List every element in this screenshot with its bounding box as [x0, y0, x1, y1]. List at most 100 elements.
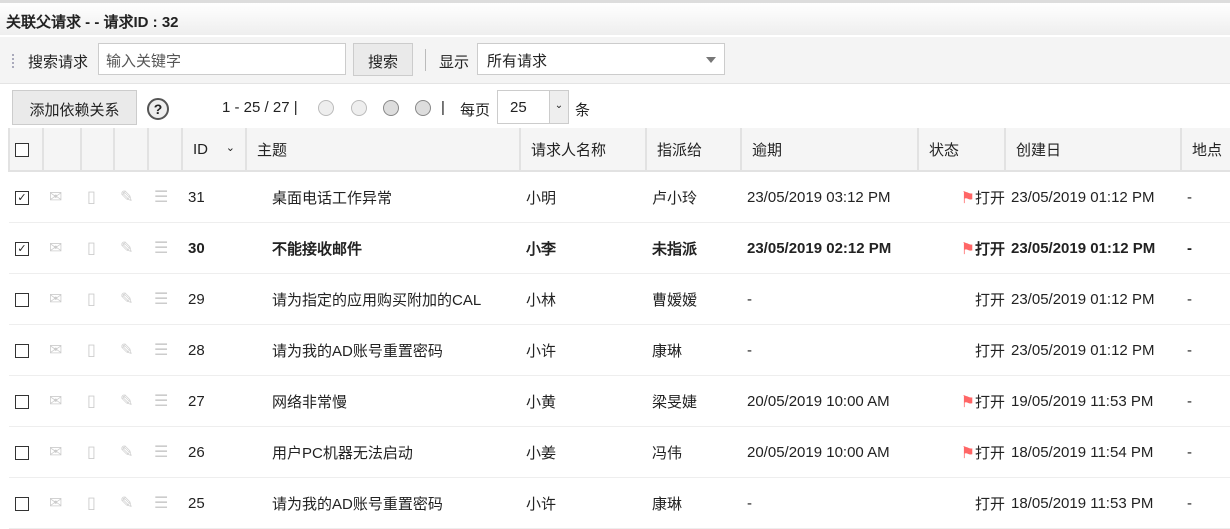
row-checkbox[interactable]	[9, 324, 43, 376]
row-subject[interactable]: 网络非常慢	[246, 375, 520, 427]
row-assignee: 卢小玲	[646, 171, 741, 223]
row-checkbox[interactable]	[9, 375, 43, 427]
add-note-icon[interactable]: ▯	[81, 375, 114, 427]
row-checkbox[interactable]: ✓	[9, 222, 43, 274]
edit-icon[interactable]: ✎	[114, 324, 148, 376]
show-filter-select[interactable]: 所有请求	[477, 43, 725, 75]
row-id: 28	[182, 324, 246, 376]
edit-icon[interactable]: ✎	[114, 375, 148, 427]
add-note-icon[interactable]: ▯	[81, 426, 114, 478]
row-requester: 小许	[520, 477, 646, 529]
col-due[interactable]: 逾期	[740, 128, 919, 172]
table-row[interactable]: ✉ ▯ ✎ ☰ 29 请为指定的应用购买附加的CAL 小林 曹嫒嫒 - 打开 2…	[9, 273, 1230, 325]
row-subject[interactable]: 不能接收邮件	[246, 222, 520, 274]
page-range: 1 - 25 / 27 |	[222, 99, 298, 116]
grip-handle-icon[interactable]	[12, 54, 18, 68]
row-site: -	[1181, 171, 1230, 223]
receipt-icon[interactable]: ☰	[148, 426, 182, 478]
chevron-down-icon: ⌄	[549, 91, 568, 123]
row-checkbox[interactable]	[9, 426, 43, 478]
table-row[interactable]: ✉ ▯ ✎ ☰ 26 用户PC机器无法启动 小姜 冯伟 20/05/2019 1…	[9, 426, 1230, 478]
add-note-icon[interactable]: ▯	[81, 273, 114, 325]
select-all-checkbox[interactable]	[8, 128, 44, 172]
col-requester[interactable]: 请求人名称	[519, 128, 647, 172]
row-checkbox[interactable]: ✓	[9, 171, 43, 223]
add-dependency-button[interactable]: 添加依赖关系	[12, 90, 137, 125]
search-toolbar: 搜索请求 输入关键字 搜索 显示 所有请求	[0, 37, 1230, 84]
col-assignee[interactable]: 指派给	[645, 128, 742, 172]
table-row[interactable]: ✉ ▯ ✎ ☰ 27 网络非常慢 小黄 梁旻婕 20/05/2019 10:00…	[9, 375, 1230, 427]
row-subject[interactable]: 用户PC机器无法启动	[246, 426, 520, 478]
receipt-icon[interactable]: ☰	[148, 171, 182, 223]
mail-icon[interactable]: ✉	[43, 426, 81, 478]
show-label: 显示	[439, 54, 470, 71]
search-button[interactable]: 搜索	[353, 43, 413, 76]
receipt-icon[interactable]: ☰	[148, 222, 182, 274]
col-subject[interactable]: 主题	[245, 128, 521, 172]
edit-icon[interactable]: ✎	[114, 222, 148, 274]
add-note-icon[interactable]: ▯	[81, 222, 114, 274]
table-row[interactable]: ✉ ▯ ✎ ☰ 28 请为我的AD账号重置密码 小许 康琳 - 打开 23/05…	[9, 324, 1230, 376]
next-page-icon[interactable]	[383, 100, 399, 116]
prev-page-icon[interactable]	[351, 100, 367, 116]
per-page-value: 25	[510, 99, 527, 116]
row-subject[interactable]: 桌面电话工作异常	[246, 171, 520, 223]
help-icon[interactable]: ?	[147, 98, 169, 120]
row-subject[interactable]: 请为指定的应用购买附加的CAL	[246, 273, 520, 325]
row-checkbox[interactable]	[9, 477, 43, 529]
row-site: -	[1181, 222, 1230, 274]
row-due: 20/05/2019 10:00 AM	[741, 375, 918, 427]
row-status: 打开	[974, 393, 1005, 411]
receipt-icon[interactable]: ☰	[148, 477, 182, 529]
row-due: 23/05/2019 03:12 PM	[741, 171, 918, 223]
row-id: 25	[182, 477, 246, 529]
receipt-icon[interactable]: ☰	[148, 375, 182, 427]
add-note-icon[interactable]: ▯	[81, 171, 114, 223]
per-page-select[interactable]: 25 ⌄	[497, 90, 569, 124]
mail-icon[interactable]: ✉	[43, 222, 81, 274]
first-page-icon[interactable]	[318, 100, 334, 116]
col-created[interactable]: 创建日	[1004, 128, 1182, 172]
flag-icon: ⚑	[960, 444, 975, 462]
receipt-icon[interactable]: ☰	[148, 324, 182, 376]
col-id[interactable]: ID ⌄	[181, 128, 247, 172]
row-site: -	[1181, 324, 1230, 376]
col-site[interactable]: 地点	[1180, 128, 1230, 172]
row-subject[interactable]: 请为我的AD账号重置密码	[246, 324, 520, 376]
row-created: 23/05/2019 01:12 PM	[1005, 171, 1181, 223]
add-note-icon[interactable]: ▯	[81, 324, 114, 376]
row-due: 20/05/2019 10:00 AM	[741, 426, 918, 478]
mail-icon[interactable]: ✉	[43, 375, 81, 427]
row-id: 26	[182, 426, 246, 478]
edit-icon[interactable]: ✎	[114, 171, 148, 223]
row-subject[interactable]: 请为我的AD账号重置密码	[246, 477, 520, 529]
row-id: 30	[182, 222, 246, 274]
search-input[interactable]: 输入关键字	[98, 43, 346, 75]
row-requester: 小林	[520, 273, 646, 325]
last-page-icon[interactable]	[415, 100, 431, 116]
row-requester: 小许	[520, 324, 646, 376]
add-note-icon[interactable]: ▯	[81, 477, 114, 529]
mail-icon[interactable]: ✉	[43, 324, 81, 376]
edit-icon[interactable]: ✎	[114, 477, 148, 529]
col-status[interactable]: 状态	[917, 128, 1006, 172]
show-filter-value: 所有请求	[487, 53, 548, 70]
receipt-icon[interactable]: ☰	[148, 273, 182, 325]
row-assignee: 康琳	[646, 324, 741, 376]
row-checkbox[interactable]	[9, 273, 43, 325]
table-row[interactable]: ✓ ✉ ▯ ✎ ☰ 30 不能接收邮件 小李 未指派 23/05/2019 02…	[9, 222, 1230, 274]
edit-icon[interactable]: ✎	[114, 273, 148, 325]
row-status: 打开	[974, 495, 1005, 513]
row-assignee: 曹嫒嫒	[646, 273, 741, 325]
table-row[interactable]: ✓ ✉ ▯ ✎ ☰ 31 桌面电话工作异常 小明 卢小玲 23/05/2019 …	[9, 171, 1230, 223]
row-status: 打开	[974, 240, 1005, 258]
table-row[interactable]: ✉ ▯ ✎ ☰ 25 请为我的AD账号重置密码 小许 康琳 - 打开 18/05…	[9, 477, 1230, 529]
edit-icon[interactable]: ✎	[114, 426, 148, 478]
row-status: 打开	[974, 342, 1005, 360]
sort-icon[interactable]: ⌄	[226, 141, 235, 154]
mail-icon[interactable]: ✉	[43, 171, 81, 223]
row-created: 23/05/2019 01:12 PM	[1005, 222, 1181, 274]
mail-icon[interactable]: ✉	[43, 273, 81, 325]
mail-icon[interactable]: ✉	[43, 477, 81, 529]
per-page-unit: 条	[575, 102, 591, 119]
